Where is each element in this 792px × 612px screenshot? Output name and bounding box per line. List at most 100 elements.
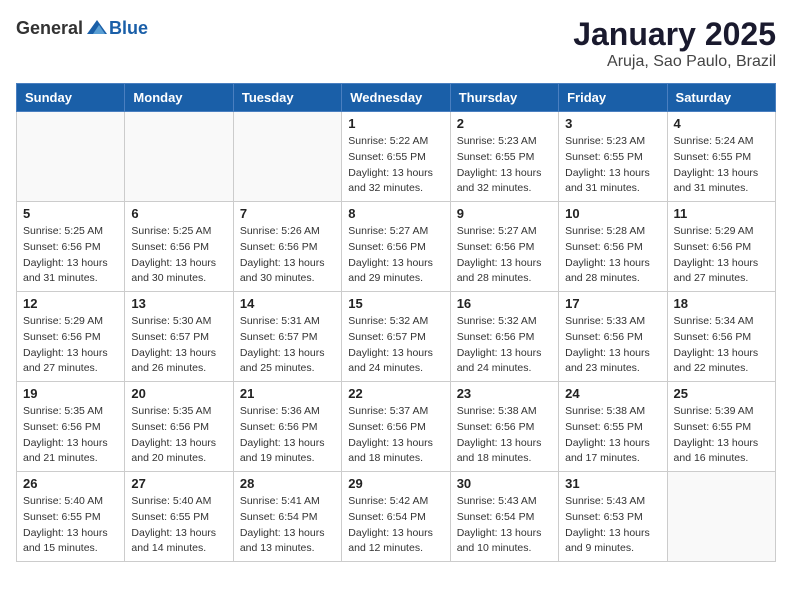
table-row: 6Sunrise: 5:25 AM Sunset: 6:56 PM Daylig…	[125, 202, 233, 292]
table-row	[233, 112, 341, 202]
table-row: 29 Sunrise: 5:42 AM Sunset: 6:54 PM Dayli…	[342, 472, 450, 562]
day-info: Sunrise: 5:27 AM Sunset: 6:56 PM Dayligh…	[457, 224, 552, 287]
location-title: Aruja, Sao Paulo, Brazil	[573, 53, 776, 71]
table-row: 1Sunrise: 5:22 AM Sunset: 6:55 PM Daylig…	[342, 112, 450, 202]
table-row: 2 Sunrise: 5:23 AM Sunset: 6:55 PM Daylig…	[450, 112, 558, 202]
table-row: 25 Sunrise: 5:39 AM Sunset: 6:55 PM Dayli…	[667, 382, 775, 472]
table-row: 24Sunrise: 5:38 AM Sunset: 6:55 PM Dayli…	[559, 382, 667, 472]
calendar-header-row: Sunday Monday Tuesday Wednesday Thursday…	[17, 84, 776, 112]
table-row: 11 Sunrise: 5:29 AM Sunset: 6:56 PM Dayli…	[667, 202, 775, 292]
day-number: 9	[457, 206, 552, 221]
day-info: Sunrise: 5:26 AM Sunset: 6:56 PM Dayligh…	[240, 224, 335, 287]
day-info: Sunrise: 5:23 AM Sunset: 6:55 PM Dayligh…	[565, 134, 660, 197]
day-number: 15	[348, 296, 443, 311]
day-number: 13	[131, 296, 226, 311]
day-number: 8	[348, 206, 443, 221]
header-wednesday: Wednesday	[342, 84, 450, 112]
day-number: 22	[348, 386, 443, 401]
table-row: 28 Sunrise: 5:41 AM Sunset: 6:54 PM Dayli…	[233, 472, 341, 562]
day-number: 11	[674, 206, 769, 221]
day-number: 16	[457, 296, 552, 311]
day-info: Sunrise: 5:42 AM Sunset: 6:54 PM Dayligh…	[348, 494, 443, 557]
day-info: Sunrise: 5:33 AM Sunset: 6:56 PM Dayligh…	[565, 314, 660, 377]
day-number: 26	[23, 476, 118, 491]
day-info: Sunrise: 5:25 AM Sunset: 6:56 PM Dayligh…	[23, 224, 118, 287]
day-info: Sunrise: 5:30 AM Sunset: 6:57 PM Dayligh…	[131, 314, 226, 377]
day-info: Sunrise: 5:29 AM Sunset: 6:56 PM Dayligh…	[23, 314, 118, 377]
day-number: 29	[348, 476, 443, 491]
table-row: 26Sunrise: 5:40 AM Sunset: 6:55 PM Dayli…	[17, 472, 125, 562]
day-info: Sunrise: 5:41 AM Sunset: 6:54 PM Dayligh…	[240, 494, 335, 557]
calendar-week-5: 26 Sunrise: 5:40 AM Sunset: 6:55 PM Dayli…	[17, 472, 776, 562]
table-row: 16 Sunrise: 5:32 AM Sunset: 6:56 PM Dayli…	[450, 292, 558, 382]
day-info: Sunrise: 5:32 AM Sunset: 6:57 PM Dayligh…	[348, 314, 443, 377]
day-number: 4	[674, 116, 769, 131]
calendar-week-3: 12 Sunrise: 5:29 AM Sunset: 6:56 PM Dayli…	[17, 292, 776, 382]
day-number: 20	[131, 386, 226, 401]
day-number: 23	[457, 386, 552, 401]
day-number: 31	[565, 476, 660, 491]
day-info: Sunrise: 5:31 AM Sunset: 6:57 PM Dayligh…	[240, 314, 335, 377]
table-row: 30Sunrise: 5:43 AM Sunset: 6:54 PM Dayli…	[450, 472, 558, 562]
table-row: 31 Sunrise: 5:43 AM Sunset: 6:53 PM Dayli…	[559, 472, 667, 562]
day-number: 21	[240, 386, 335, 401]
table-row: 5Sunrise: 5:25 AM Sunset: 6:56 PM Daylig…	[17, 202, 125, 292]
day-info: Sunrise: 5:32 AM Sunset: 6:56 PM Dayligh…	[457, 314, 552, 377]
table-row: 4Sunrise: 5:24 AM Sunset: 6:55 PM Daylig…	[667, 112, 775, 202]
table-row	[667, 472, 775, 562]
day-number: 14	[240, 296, 335, 311]
table-row: 23Sunrise: 5:38 AM Sunset: 6:56 PM Dayli…	[450, 382, 558, 472]
header-thursday: Thursday	[450, 84, 558, 112]
header-saturday: Saturday	[667, 84, 775, 112]
table-row: 3 Sunrise: 5:23 AM Sunset: 6:55 PM Daylig…	[559, 112, 667, 202]
table-row: 21 Sunrise: 5:36 AM Sunset: 6:56 PM Dayli…	[233, 382, 341, 472]
day-info: Sunrise: 5:22 AM Sunset: 6:55 PM Dayligh…	[348, 134, 443, 197]
table-row: 27 Sunrise: 5:40 AM Sunset: 6:55 PM Dayli…	[125, 472, 233, 562]
day-number: 6	[131, 206, 226, 221]
table-row: 22 Sunrise: 5:37 AM Sunset: 6:56 PM Dayli…	[342, 382, 450, 472]
calendar-table: Sunday Monday Tuesday Wednesday Thursday…	[16, 83, 776, 562]
table-row: 19 Sunrise: 5:35 AM Sunset: 6:56 PM Dayli…	[17, 382, 125, 472]
table-row: 20 Sunrise: 5:35 AM Sunset: 6:56 PM Dayli…	[125, 382, 233, 472]
day-info: Sunrise: 5:23 AM Sunset: 6:55 PM Dayligh…	[457, 134, 552, 197]
table-row: 13 Sunrise: 5:30 AM Sunset: 6:57 PM Dayli…	[125, 292, 233, 382]
day-number: 10	[565, 206, 660, 221]
table-row: 9 Sunrise: 5:27 AM Sunset: 6:56 PM Daylig…	[450, 202, 558, 292]
day-number: 25	[674, 386, 769, 401]
day-info: Sunrise: 5:37 AM Sunset: 6:56 PM Dayligh…	[348, 404, 443, 467]
header-tuesday: Tuesday	[233, 84, 341, 112]
day-number: 12	[23, 296, 118, 311]
table-row: 15 Sunrise: 5:32 AM Sunset: 6:57 PM Dayli…	[342, 292, 450, 382]
day-number: 19	[23, 386, 118, 401]
day-number: 17	[565, 296, 660, 311]
table-row: 17 Sunrise: 5:33 AM Sunset: 6:56 PM Dayli…	[559, 292, 667, 382]
day-info: Sunrise: 5:39 AM Sunset: 6:55 PM Dayligh…	[674, 404, 769, 467]
day-info: Sunrise: 5:35 AM Sunset: 6:56 PM Dayligh…	[131, 404, 226, 467]
day-info: Sunrise: 5:36 AM Sunset: 6:56 PM Dayligh…	[240, 404, 335, 467]
month-title: January 2025	[573, 16, 776, 53]
day-info: Sunrise: 5:29 AM Sunset: 6:56 PM Dayligh…	[674, 224, 769, 287]
logo-blue: Blue	[109, 18, 148, 39]
header-sunday: Sunday	[17, 84, 125, 112]
header-monday: Monday	[125, 84, 233, 112]
table-row: 8Sunrise: 5:27 AM Sunset: 6:56 PM Daylig…	[342, 202, 450, 292]
day-number: 24	[565, 386, 660, 401]
day-number: 3	[565, 116, 660, 131]
table-row: 10 Sunrise: 5:28 AM Sunset: 6:56 PM Dayli…	[559, 202, 667, 292]
day-info: Sunrise: 5:40 AM Sunset: 6:55 PM Dayligh…	[131, 494, 226, 557]
day-number: 27	[131, 476, 226, 491]
day-info: Sunrise: 5:43 AM Sunset: 6:53 PM Dayligh…	[565, 494, 660, 557]
table-row: 14 Sunrise: 5:31 AM Sunset: 6:57 PM Dayli…	[233, 292, 341, 382]
day-info: Sunrise: 5:28 AM Sunset: 6:56 PM Dayligh…	[565, 224, 660, 287]
calendar-week-4: 19 Sunrise: 5:35 AM Sunset: 6:56 PM Dayli…	[17, 382, 776, 472]
logo-general: General	[16, 18, 83, 39]
day-number: 2	[457, 116, 552, 131]
header-friday: Friday	[559, 84, 667, 112]
day-info: Sunrise: 5:35 AM Sunset: 6:56 PM Dayligh…	[23, 404, 118, 467]
logo-icon	[85, 16, 109, 40]
logo: General Blue	[16, 16, 148, 40]
day-number: 7	[240, 206, 335, 221]
day-number: 28	[240, 476, 335, 491]
calendar-week-2: 5Sunrise: 5:25 AM Sunset: 6:56 PM Daylig…	[17, 202, 776, 292]
table-row: 7 Sunrise: 5:26 AM Sunset: 6:56 PM Daylig…	[233, 202, 341, 292]
